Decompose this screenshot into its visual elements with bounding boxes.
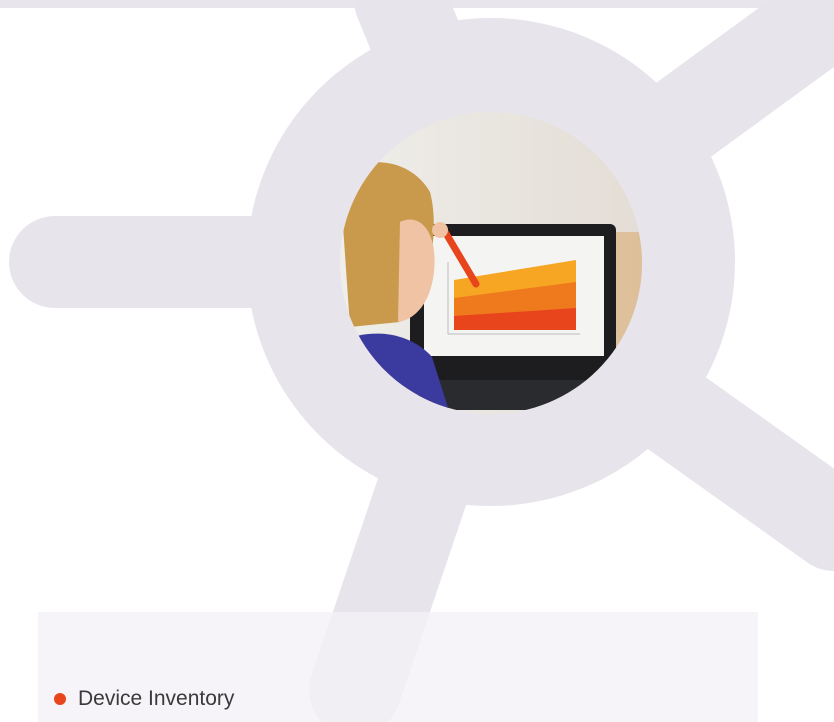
- hero-photo: [340, 112, 642, 414]
- page: Device Inventory: [0, 0, 834, 722]
- list-item: Device Inventory: [54, 686, 234, 712]
- list-item-label: Device Inventory: [78, 687, 235, 710]
- feature-list: Device Inventory: [54, 686, 234, 712]
- laptop-keyboard: [418, 380, 614, 410]
- bullet-dot-icon: [54, 693, 66, 705]
